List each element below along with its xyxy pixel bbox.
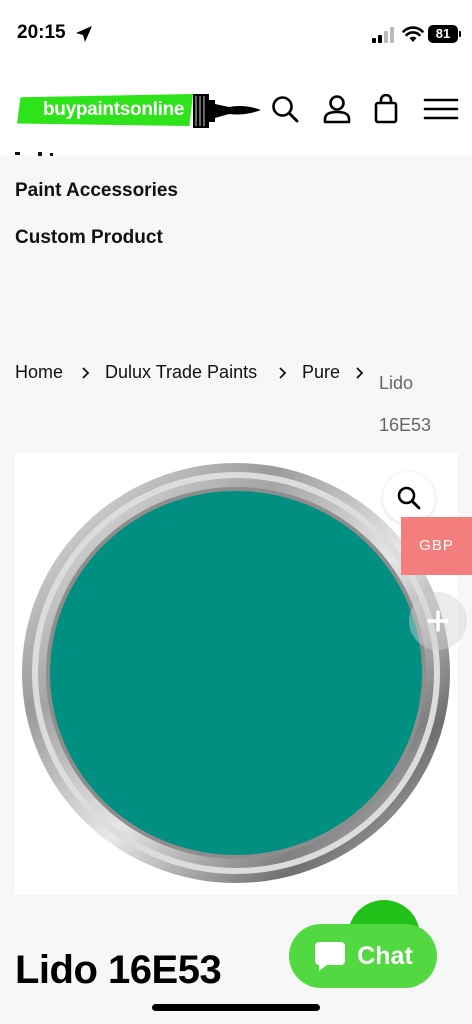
clipped-menu-text — [15, 152, 53, 156]
breadcrumb-home[interactable]: Home — [15, 362, 63, 383]
home-indicator — [152, 1004, 320, 1011]
location-arrow-icon — [76, 26, 92, 42]
plus-button[interactable] — [409, 592, 467, 650]
breadcrumb-dulux-trade-paints[interactable]: Dulux Trade Paints — [105, 362, 257, 383]
plus-icon — [427, 610, 449, 632]
currency-selector[interactable]: GBP — [401, 517, 472, 575]
search-icon[interactable] — [270, 94, 300, 124]
account-icon[interactable] — [322, 94, 352, 124]
battery-indicator: 81 — [428, 25, 461, 43]
cellular-signal-icon — [372, 27, 394, 43]
logo[interactable]: buypaintsonline — [17, 92, 262, 130]
breadcrumb-pure[interactable]: Pure — [302, 362, 340, 383]
chevron-right-icon — [356, 367, 364, 379]
paintbrush-icon — [193, 94, 261, 128]
logo-text: buypaintsonline — [43, 99, 185, 120]
chat-label: Chat — [357, 941, 413, 970]
product-image[interactable] — [15, 453, 458, 895]
menu-item-custom-product[interactable]: Custom Product — [15, 227, 163, 249]
chevron-right-icon — [279, 367, 287, 379]
product-title: Lido 16E53 — [15, 948, 222, 992]
status-time: 20:15 — [17, 22, 66, 43]
menu-item-paint-accessories[interactable]: Paint Accessories — [15, 180, 178, 202]
status-bar: 20:15 81 — [0, 0, 472, 64]
chevron-right-icon — [82, 367, 90, 379]
menu-icon[interactable] — [423, 94, 459, 124]
breadcrumb-current: Lido 16E53 — [379, 373, 432, 435]
wifi-icon — [402, 26, 424, 42]
chat-bubble-icon — [315, 942, 346, 971]
shopping-bag-icon[interactable] — [371, 94, 401, 124]
zoom-icon — [397, 486, 421, 510]
chat-button[interactable]: Chat — [289, 924, 437, 988]
site-header: buypaintsonline — [0, 64, 472, 156]
paint-tin-image — [22, 463, 450, 883]
